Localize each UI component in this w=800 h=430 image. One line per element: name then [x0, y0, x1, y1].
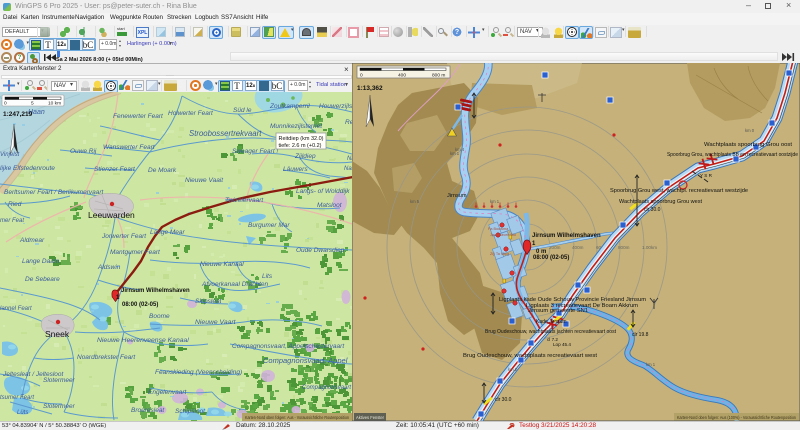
- svg-text:1:247,219: 1:247,219: [3, 111, 33, 118]
- svg-text:Jachthaven Blo: Jachthaven Blo: [490, 233, 516, 237]
- svg-text:Zijldiep: Zijldiep: [294, 153, 316, 160]
- svg-text:Lange Mear: Lange Mear: [150, 229, 186, 236]
- svg-text:Mantgumer Feart: Mantgumer Feart: [110, 249, 161, 256]
- svg-text:Aldswin: Aldswin: [97, 264, 121, 271]
- svg-text:Ouwe Rij: Ouwe Rij: [70, 148, 97, 155]
- svg-text:Slotermeer: Slotermeer: [43, 377, 76, 384]
- svg-text:Feanskieding (Veenscheiding): Feanskieding (Veenscheiding): [155, 369, 242, 376]
- svg-text:Leeuwarden: Leeuwarden: [88, 210, 135, 220]
- svg-text:Spoorbrug Grou west, wachtpl.: Spoorbrug Grou west, wachtpl. recreatiev…: [610, 188, 748, 194]
- svg-text:Brug Oudeschouw, wachtplaats r: Brug Oudeschouw, wachtplaats recreatieva…: [463, 353, 598, 359]
- svg-text:Zoutkamperril: Zoutkamperril: [269, 103, 310, 110]
- svg-text:tiefe: 2.6 m (+0.2): tiefe: 2.6 m (+0.2): [279, 143, 322, 149]
- svg-text:Naa: Naa: [344, 166, 352, 172]
- svg-text:Slotermeer: Slotermeer: [43, 403, 76, 410]
- svg-text:Fa Bouwma: Fa Bouwma: [488, 227, 509, 231]
- svg-text:Boome: Boome: [149, 313, 170, 320]
- svg-text:km 0: km 0: [745, 128, 755, 133]
- svg-text:lannel Feart: lannel Feart: [0, 306, 32, 312]
- svg-text:De Moark: De Moark: [148, 167, 177, 174]
- svg-text:10 km: 10 km: [48, 101, 61, 107]
- svg-text:Brug Oudeschouw, wachtplaats j: Brug Oudeschouw, wachtplaats jachten rec…: [485, 329, 617, 335]
- svg-text:Karten-Nord oben folgen: Aus (: Karten-Nord oben folgen: Aus (100%) - Vo…: [677, 415, 797, 420]
- svg-text:Spoorbrug Grou, wachtplaats BB: Spoorbrug Grou, wachtplaats BB en recrea…: [667, 152, 798, 158]
- svg-text:Holwerter Feart: Holwerter Feart: [168, 110, 214, 117]
- svg-text:Jirnsum Wilhelmshaven: Jirnsum Wilhelmshaven: [532, 233, 601, 239]
- svg-text:Berltsumer Feart / Berlikumerv: Berltsumer Feart / Berlikumervaart: [4, 189, 105, 196]
- svg-text:km 1: km 1: [490, 199, 500, 204]
- svg-text:Süd le: Süd le: [233, 107, 252, 114]
- svg-text:Compagnonsvaart (Veen): Compagnonsvaart (Veen): [302, 385, 352, 391]
- svg-text:Skipsleat: Skipsleat: [195, 298, 223, 305]
- svg-text:Burgumer Mar: Burgumer Mar: [248, 222, 290, 229]
- svg-text:1.00km: 1.00km: [642, 245, 657, 250]
- svg-text:mer Feat: mer Feat: [0, 218, 24, 224]
- svg-text:Sneek: Sneek: [45, 329, 70, 339]
- svg-text:Nieuwe Vaart: Nieuwe Vaart: [195, 319, 237, 326]
- svg-text:Nieuwe Heerenveense Kanaal: Nieuwe Heerenveense Kanaal: [97, 337, 189, 344]
- svg-text:Läuwers: Läuwers: [283, 166, 308, 173]
- svg-text:tsumer Feart: tsumer Feart: [0, 395, 34, 401]
- svg-text:clr 19.8: clr 19.8: [632, 332, 649, 338]
- svg-text:Jirnsum Wilhelmshaven: Jirnsum Wilhelmshaven: [121, 288, 190, 294]
- svg-text:08:00 (02-05): 08:00 (02-05): [533, 255, 569, 261]
- svg-text:Aldmear: Aldmear: [19, 237, 45, 244]
- svg-text:400: 400: [398, 73, 406, 79]
- svg-text:Stroobossertrekvaart: Stroobossertrekvaart: [189, 129, 262, 138]
- svg-text:Lüts: Lüts: [17, 410, 28, 416]
- svg-text:Stienzer Feart: Stienzer Feart: [94, 166, 136, 173]
- svg-text:Engelenvaart: Engelenvaart: [148, 389, 187, 396]
- svg-text:Ried: Ried: [8, 201, 22, 208]
- svg-text:Langs- of Wolddijk: Langs- of Wolddijk: [296, 188, 350, 195]
- svg-text:Broeresleat: Broeresleat: [131, 407, 165, 414]
- svg-text:Reddi: Reddi: [345, 119, 352, 126]
- svg-text:0: 0: [360, 73, 363, 79]
- svg-text:Zijl Ta Ming: Zijl Ta Ming: [490, 252, 509, 256]
- svg-text:Afvoerkanaal Drachten: Afvoerkanaal Drachten: [201, 281, 269, 288]
- svg-text:Jirnsum: Jirnsum: [447, 193, 467, 199]
- svg-text:km 2: km 2: [508, 367, 518, 372]
- svg-text:Compagnonsvaart, Appel: Compagnonsvaart, Appel: [263, 356, 348, 365]
- svg-text:Wachtplaats spoorbrug Grou oos: Wachtplaats spoorbrug Grou oost: [704, 142, 793, 148]
- svg-text:5: 5: [31, 101, 34, 107]
- svg-text:km 1: km 1: [646, 362, 656, 367]
- svg-text:Nieuwe Vaait: Nieuwe Vaait: [185, 177, 224, 184]
- svg-text:800m: 800m: [618, 245, 630, 250]
- svg-text:km 4: km 4: [455, 147, 465, 152]
- svg-text:Jirnsum gemeente SN1: Jirnsum gemeente SN1: [528, 308, 588, 314]
- svg-text:Lange Daam: Lange Daam: [22, 258, 60, 265]
- svg-text:Sweager Feart !: Sweager Feart !: [232, 148, 278, 155]
- svg-text:Lop 45.4: Lop 45.4: [553, 342, 571, 347]
- svg-text:Wachtplaats spoorbrug Grou wes: Wachtplaats spoorbrug Grou west: [619, 199, 703, 205]
- svg-text:Schipsloot: Schipsloot: [175, 408, 206, 415]
- svg-text:Twizelervaart: Twizelervaart: [225, 197, 264, 204]
- svg-text:1:13,362: 1:13,362: [357, 85, 383, 92]
- svg-text:Vinjelst: Vinjelst: [0, 152, 20, 158]
- svg-text:Nieuwe Kanaal: Nieuwe Kanaal: [200, 261, 244, 268]
- svg-text:400m: 400m: [572, 245, 584, 250]
- svg-text:Fenewerter Feart: Fenewerter Feart: [113, 113, 164, 120]
- svg-text:08:00 (02-05): 08:00 (02-05): [122, 302, 158, 308]
- svg-text:Karten-Nord oben folgen: Aus -: Karten-Nord oben folgen: Aus - Voraussic…: [245, 415, 349, 420]
- svg-text:Munnikezijlsterriet: Munnikezijlsterriet: [270, 123, 323, 130]
- svg-text:800 m: 800 m: [432, 73, 445, 79]
- svg-text:clr 30.0: clr 30.0: [495, 397, 512, 403]
- svg-text:Y S R: Y S R: [700, 173, 713, 178]
- svg-text:Wanswerter Feart: Wanswerter Feart: [103, 144, 156, 151]
- svg-text:km 5: km 5: [410, 199, 420, 204]
- svg-text:Matsloot: Matsloot: [317, 202, 343, 209]
- svg-text:0: 0: [4, 101, 7, 107]
- svg-text:Houwerzijlst: Houwerzijlst: [319, 103, 352, 110]
- svg-text:lijke Elfstedenroute: lijke Elfstedenroute: [0, 165, 55, 172]
- svg-text:Kade Jirnsum: Kade Jirnsum: [536, 319, 567, 325]
- svg-text:Aktives Fenster: Aktives Fenster: [356, 415, 385, 420]
- svg-text:clr 30.0: clr 30.0: [644, 207, 661, 213]
- svg-text:Lits: Lits: [262, 273, 273, 280]
- svg-text:Jorwerter Feart: Jorwerter Feart: [101, 233, 147, 240]
- svg-text:Oude Dwarsdiep: Oude Dwarsdiep: [296, 247, 345, 254]
- svg-text:Compagnonsvaart, Appelschaster: Compagnonsvaart, Appelschastervaart: [232, 343, 345, 350]
- svg-text:De Sebeare: De Sebeare: [25, 276, 60, 283]
- svg-text:Reitdiep (km 32.0): Reitdiep (km 32.0): [279, 136, 324, 142]
- svg-text:Noardbrekster Feart: Noardbrekster Feart: [77, 354, 136, 361]
